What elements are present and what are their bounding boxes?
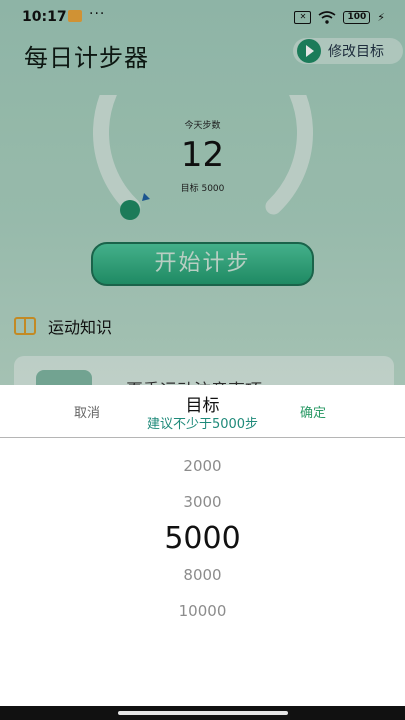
picker-option[interactable]: 10000 <box>0 602 405 620</box>
picker-header: 取消 目标 建议不少于5000步 确定 <box>0 385 405 438</box>
picker-subtitle: 建议不少于5000步 <box>146 417 259 432</box>
home-indicator[interactable] <box>118 711 288 715</box>
picker-option[interactable]: 3000 <box>0 493 405 511</box>
picker-option[interactable]: 2000 <box>0 457 405 475</box>
picker-option[interactable]: 8000 <box>0 566 405 584</box>
modal-overlay[interactable] <box>0 0 405 385</box>
picker-option-selected[interactable]: 5000 <box>0 521 405 556</box>
goal-picker-sheet: 取消 目标 建议不少于5000步 确定 2000 3000 5000 8000 … <box>0 385 405 720</box>
confirm-button[interactable]: 确定 <box>300 402 326 421</box>
